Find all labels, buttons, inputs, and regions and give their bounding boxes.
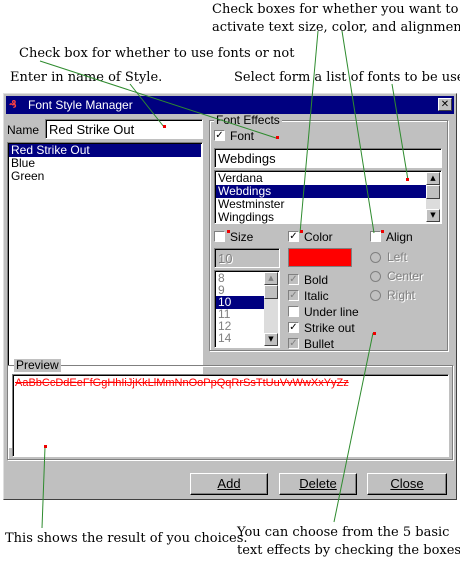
add-button-label: Add bbox=[217, 476, 241, 491]
preview-sample: AaBbCcDdEeFfGgHhIiJjKkLlMmNnOoPpQqRrSsTt… bbox=[15, 377, 349, 389]
annotation-five-effects-line1: You can choose from the 5 basic bbox=[237, 525, 450, 540]
annotation-checkbox-effects-line1: Check boxes for whether you want to bbox=[212, 2, 459, 17]
align-checkbox[interactable] bbox=[370, 231, 381, 242]
list-item[interactable]: 14 bbox=[216, 332, 264, 345]
close-window-button[interactable]: ✕ bbox=[438, 98, 452, 111]
align-center-label: Center bbox=[387, 269, 424, 283]
bold-label: Bold bbox=[304, 273, 329, 287]
annotation-marker bbox=[373, 332, 376, 335]
style-name-input[interactable]: Red Strike Out bbox=[45, 119, 203, 139]
font-style-manager-window: ₰ Font Style Manager ✕ Name Red Strike O… bbox=[3, 93, 457, 500]
scroll-up-icon[interactable]: ▲ bbox=[426, 172, 440, 185]
list-item[interactable]: Red Strike Out bbox=[9, 144, 201, 157]
bullet-label: Bullet bbox=[304, 337, 335, 351]
size-value: 10 bbox=[218, 251, 233, 266]
align-left-label: Left bbox=[387, 250, 408, 264]
align-center-radio[interactable] bbox=[370, 271, 381, 282]
annotation-preview-result: This shows the result of you choices. bbox=[5, 531, 248, 546]
annotation-marker bbox=[163, 125, 166, 128]
align-right-radio[interactable] bbox=[370, 290, 381, 301]
annotation-marker bbox=[44, 445, 47, 448]
size-checkbox[interactable] bbox=[214, 231, 225, 242]
scroll-down-icon[interactable]: ▼ bbox=[426, 209, 440, 222]
fonts-scrollbar[interactable]: ▲ ▼ bbox=[426, 172, 440, 222]
annotation-select-fonts: Select form a list of fonts to be used. bbox=[234, 70, 460, 85]
font-name-input[interactable]: Webdings bbox=[214, 148, 442, 168]
italic-label: Italic bbox=[304, 289, 329, 303]
annotation-marker bbox=[227, 230, 230, 233]
underline-checkbox[interactable] bbox=[288, 306, 299, 317]
app-icon: ₰ bbox=[9, 98, 17, 111]
bold-checkbox[interactable]: ✓ bbox=[288, 274, 299, 285]
strikeout-checkbox[interactable]: ✓ bbox=[288, 322, 299, 333]
annotation-marker bbox=[381, 230, 384, 233]
bullet-checkbox[interactable]: ✓ bbox=[288, 338, 299, 349]
scroll-down-icon[interactable]: ▼ bbox=[264, 333, 278, 346]
delete-button[interactable]: Delete bbox=[279, 473, 357, 495]
underline-label: Under line bbox=[304, 305, 359, 319]
title-bar[interactable]: ₰ Font Style Manager ✕ bbox=[6, 96, 454, 114]
size-checkbox-label: Size bbox=[230, 230, 254, 244]
list-item[interactable]: Green bbox=[9, 170, 201, 183]
annotation-checkbox-effects-line2: activate text size, color, and alignment… bbox=[212, 20, 460, 35]
size-input[interactable]: 10 bbox=[214, 248, 280, 268]
color-checkbox[interactable]: ✓ bbox=[288, 231, 299, 242]
close-button-label: Close bbox=[390, 476, 424, 491]
scroll-thumb[interactable] bbox=[426, 185, 440, 199]
annotation-marker bbox=[276, 136, 279, 139]
close-button[interactable]: Close bbox=[367, 473, 447, 495]
color-swatch[interactable] bbox=[288, 248, 352, 267]
name-label: Name bbox=[7, 123, 40, 137]
annotation-enter-style-name: Enter in name of Style. bbox=[10, 70, 163, 85]
align-checkbox-label: Align bbox=[386, 230, 413, 244]
window-title: Font Style Manager bbox=[28, 98, 133, 112]
font-checkbox[interactable]: ✓ bbox=[214, 130, 225, 141]
color-checkbox-label: Color bbox=[304, 230, 333, 244]
preview-area: AaBbCcDdEeFfGgHhIiJjKkLlMmNnOoPpQqRrSsTt… bbox=[12, 374, 449, 457]
align-right-label: Right bbox=[387, 288, 416, 302]
annotation-marker bbox=[406, 178, 409, 181]
font-name-value: Webdings bbox=[218, 151, 276, 166]
size-scrollbar[interactable]: ▲ ▼ bbox=[264, 272, 278, 346]
align-left-radio[interactable] bbox=[370, 252, 381, 263]
annotation-five-effects-line2: text effects by checking the boxes. bbox=[237, 543, 460, 558]
font-effects-title: Font Effects bbox=[214, 113, 282, 127]
strikeout-label: Strike out bbox=[304, 321, 355, 335]
size-list[interactable]: 8 9 10 11 12 14 ▲ ▼ bbox=[214, 270, 280, 348]
style-name-value: Red Strike Out bbox=[49, 122, 135, 137]
list-item[interactable]: Wingdings bbox=[216, 211, 426, 224]
annotation-marker bbox=[300, 230, 303, 233]
scroll-up-icon[interactable]: ▲ bbox=[264, 272, 278, 285]
preview-title: Preview bbox=[14, 358, 61, 372]
add-button[interactable]: Add bbox=[190, 473, 268, 495]
italic-checkbox[interactable]: ✓ bbox=[288, 290, 299, 301]
annotation-checkbox-fonts: Check box for whether to use fonts or no… bbox=[19, 46, 295, 61]
delete-button-label: Delete bbox=[299, 476, 337, 491]
scroll-thumb[interactable] bbox=[264, 285, 278, 299]
font-checkbox-label: Font bbox=[230, 129, 255, 143]
